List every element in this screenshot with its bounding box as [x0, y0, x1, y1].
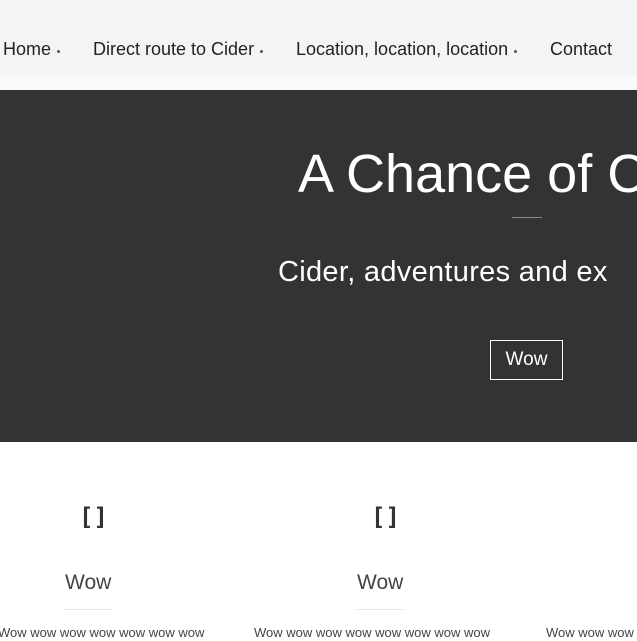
nav-bottom-strip	[0, 75, 637, 90]
feature-title: Wow	[357, 571, 404, 594]
nav-item-label: Contact	[550, 39, 613, 59]
feature-divider	[356, 609, 404, 610]
nav-item-label: Direct route to Cider	[93, 39, 255, 59]
nav-item-direct-route[interactable]: Direct route to Cider	[93, 38, 264, 60]
placeholder-icon: []	[79, 503, 108, 531]
submenu-dot-icon	[260, 49, 264, 53]
submenu-dot-icon	[514, 49, 518, 53]
submenu-dot-icon	[57, 49, 61, 53]
feature-text: Wow wow wow wow wow wow wow wow	[254, 625, 490, 640]
nav-item-label: Location, location, location	[296, 39, 509, 59]
nav-item-home[interactable]: Home	[3, 38, 61, 60]
hero-title: A Chance of C	[298, 144, 637, 204]
hero-banner: A Chance of C Cider, adventures and ex W…	[0, 90, 637, 442]
nav-item-label: Home	[3, 39, 52, 59]
hero-cta-button[interactable]: Wow	[490, 340, 563, 380]
hero-subtitle: Cider, adventures and ex	[278, 256, 608, 288]
top-navigation: Home Direct route to Cider Location, loc…	[0, 0, 637, 90]
placeholder-icon: []	[371, 503, 400, 531]
feature-divider	[64, 609, 112, 610]
nav-item-contact[interactable]: Contact	[550, 38, 612, 60]
hero-divider	[512, 217, 542, 218]
feature-text: Wow wow wow wow wow wow wow	[0, 625, 205, 640]
nav-item-location[interactable]: Location, location, location	[296, 38, 518, 60]
feature-title: Wow	[65, 571, 112, 594]
feature-text: Wow wow wow	[546, 625, 634, 640]
